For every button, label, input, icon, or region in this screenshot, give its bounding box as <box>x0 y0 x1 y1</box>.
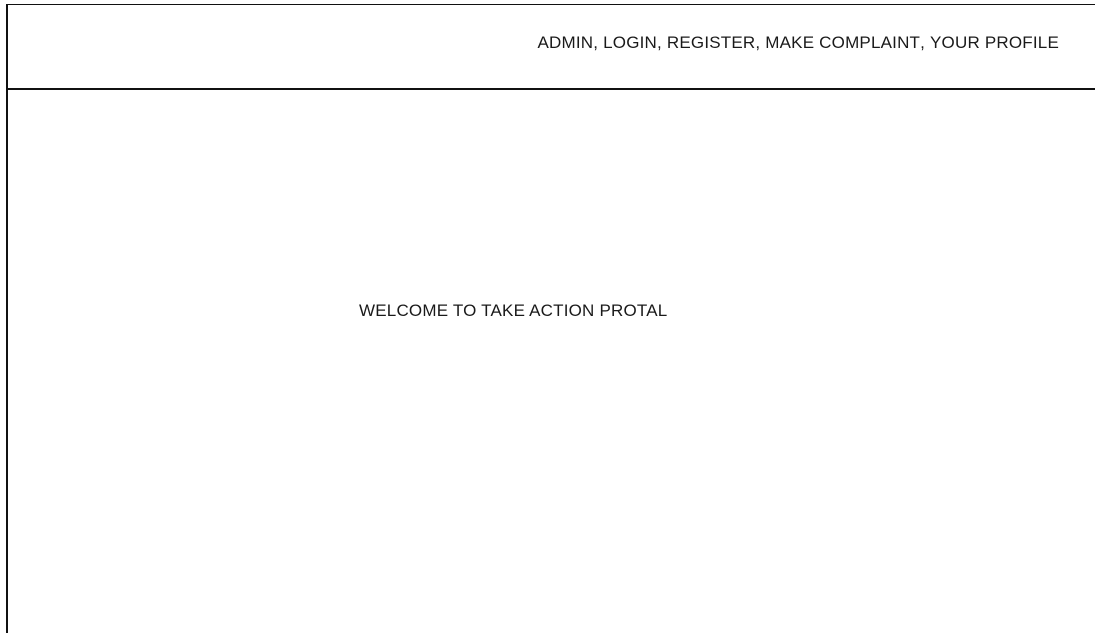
nav-link-admin[interactable]: ADMIN <box>537 33 593 53</box>
nav-separator: , <box>755 33 766 52</box>
header-bar: ADMIN , LOGIN , REGISTER , MAKE COMPLAIN… <box>8 5 1095 88</box>
page-frame: ADMIN , LOGIN , REGISTER , MAKE COMPLAIN… <box>0 0 1095 633</box>
main-content: WELCOME TO TAKE ACTION PROTAL <box>8 90 1095 633</box>
top-navigation: ADMIN , LOGIN , REGISTER , MAKE COMPLAIN… <box>537 33 1059 53</box>
nav-link-login[interactable]: LOGIN <box>603 33 657 53</box>
nav-link-your-profile[interactable]: YOUR PROFILE <box>930 33 1059 53</box>
nav-separator: , <box>593 33 604 52</box>
nav-link-register[interactable]: REGISTER <box>667 33 756 53</box>
nav-link-make-complaint[interactable]: MAKE COMPLAINT <box>765 33 920 53</box>
welcome-message: WELCOME TO TAKE ACTION PROTAL <box>359 301 668 320</box>
nav-separator: , <box>920 33 931 52</box>
nav-separator: , <box>657 33 667 52</box>
